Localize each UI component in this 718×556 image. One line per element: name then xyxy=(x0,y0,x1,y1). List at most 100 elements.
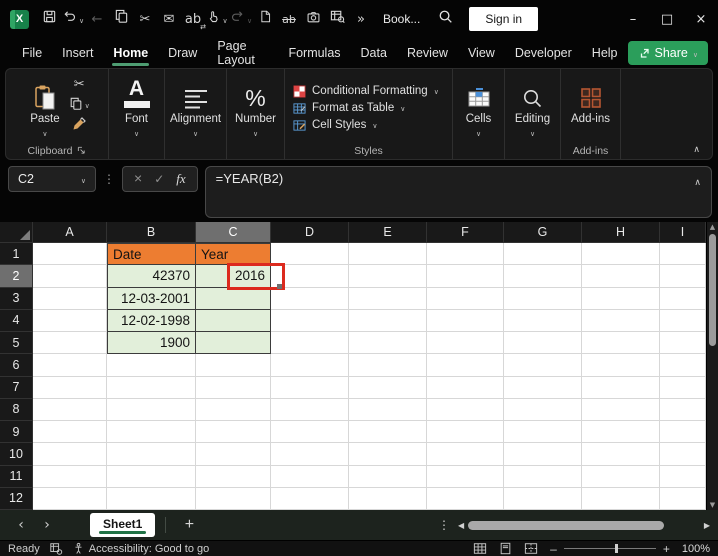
cell-D9[interactable] xyxy=(271,421,349,444)
cell-F10[interactable] xyxy=(427,443,504,466)
cell-I6[interactable] xyxy=(660,354,706,377)
cell-C1[interactable]: Year xyxy=(196,243,271,266)
accessibility-status[interactable]: Accessibility: Good to go xyxy=(89,543,209,555)
tab-home[interactable]: Home xyxy=(103,38,158,68)
cell-B9[interactable] xyxy=(107,421,196,444)
alignment-button[interactable]: Alignment xyxy=(164,74,227,142)
cell-I7[interactable] xyxy=(660,376,706,399)
maximize-button[interactable]: □ xyxy=(650,4,684,34)
back-button[interactable]: ← xyxy=(85,6,109,32)
cell-C3[interactable] xyxy=(196,287,271,310)
cell-C6[interactable] xyxy=(196,354,271,377)
tab-data[interactable]: Data xyxy=(351,38,397,68)
share-button[interactable]: Share xyxy=(627,41,708,65)
scrollbar-options-dots-icon[interactable]: ⋮ xyxy=(430,518,458,532)
cell-F12[interactable] xyxy=(427,487,504,510)
more-commands-button[interactable]: » xyxy=(349,6,373,32)
cell-E3[interactable] xyxy=(349,287,427,310)
excel-app-icon[interactable]: X xyxy=(10,9,29,29)
cell-G6[interactable] xyxy=(504,354,582,377)
copy-button[interactable] xyxy=(109,6,133,32)
cell-B3[interactable]: 12-03-2001 xyxy=(107,287,196,310)
cell-I5[interactable] xyxy=(660,332,706,355)
cell-F2[interactable] xyxy=(427,265,504,288)
cell-G12[interactable] xyxy=(504,487,582,510)
row-header-3[interactable]: 3 xyxy=(0,287,33,310)
cell-I4[interactable] xyxy=(660,309,706,332)
horizontal-scrollbar-thumb[interactable] xyxy=(468,520,665,530)
zoom-slider-thumb[interactable] xyxy=(615,544,619,553)
cell-E11[interactable] xyxy=(349,465,427,488)
cut-button[interactable]: ✂ xyxy=(69,76,90,92)
cell-E5[interactable] xyxy=(349,332,427,355)
find-replace-button[interactable]: ab ⇄ xyxy=(181,6,206,32)
cell-F1[interactable] xyxy=(427,243,504,266)
search-icon[interactable] xyxy=(438,9,453,29)
cell-H3[interactable] xyxy=(582,287,660,310)
strikethrough-button[interactable]: ab xyxy=(277,6,301,32)
cell-styles-button[interactable]: Cell Styles xyxy=(293,119,377,132)
column-header-I[interactable]: I xyxy=(660,222,706,243)
collapse-formula-bar-icon[interactable] xyxy=(694,173,701,188)
cell-G11[interactable] xyxy=(504,465,582,488)
cell-G8[interactable] xyxy=(504,398,582,421)
cell-F6[interactable] xyxy=(427,354,504,377)
cell-H12[interactable] xyxy=(582,487,660,510)
close-button[interactable]: × xyxy=(684,4,718,34)
row-header-12[interactable]: 12 xyxy=(0,487,33,510)
horizontal-scrollbar[interactable]: ◀ ▶ xyxy=(458,520,710,530)
cell-C10[interactable] xyxy=(196,443,271,466)
insert-function-button[interactable]: fx xyxy=(176,171,185,187)
cell-E2[interactable] xyxy=(349,265,427,288)
scroll-right-icon[interactable]: ▶ xyxy=(704,521,710,530)
touch-mode-button[interactable] xyxy=(205,6,229,32)
cell-H2[interactable] xyxy=(582,265,660,288)
cell-H4[interactable] xyxy=(582,309,660,332)
tab-draw[interactable]: Draw xyxy=(158,38,207,68)
enter-icon[interactable] xyxy=(154,170,164,188)
select-all-corner[interactable] xyxy=(0,222,33,243)
row-header-7[interactable]: 7 xyxy=(0,376,33,399)
copy-button[interactable] xyxy=(69,96,90,112)
cell-F11[interactable] xyxy=(427,465,504,488)
name-box[interactable]: C2 xyxy=(8,166,96,192)
row-header-2[interactable]: 2 xyxy=(0,265,33,288)
cell-I3[interactable] xyxy=(660,287,706,310)
cell-D8[interactable] xyxy=(271,398,349,421)
tab-insert[interactable]: Insert xyxy=(52,38,103,68)
cell-G5[interactable] xyxy=(504,332,582,355)
save-button[interactable] xyxy=(37,6,61,32)
cell-C2[interactable]: 2016 xyxy=(196,265,271,288)
cell-G7[interactable] xyxy=(504,376,582,399)
cell-I9[interactable] xyxy=(660,421,706,444)
collapse-ribbon-button[interactable] xyxy=(693,139,700,157)
scroll-left-icon[interactable]: ◀ xyxy=(458,521,464,530)
cell-G4[interactable] xyxy=(504,309,582,332)
page-break-preview-icon[interactable] xyxy=(524,542,538,555)
cell-H7[interactable] xyxy=(582,376,660,399)
editing-button[interactable]: Editing xyxy=(509,74,556,142)
cell-F5[interactable] xyxy=(427,332,504,355)
cell-I2[interactable] xyxy=(660,265,706,288)
cell-A11[interactable] xyxy=(33,465,107,488)
cell-A3[interactable] xyxy=(33,287,107,310)
cell-A4[interactable] xyxy=(33,309,107,332)
minimize-button[interactable]: – xyxy=(616,4,650,34)
cell-I8[interactable] xyxy=(660,398,706,421)
undo-button[interactable] xyxy=(61,6,85,32)
tab-help[interactable]: Help xyxy=(582,38,628,68)
cell-B8[interactable] xyxy=(107,398,196,421)
cell-C11[interactable] xyxy=(196,465,271,488)
zoom-out-button[interactable]: – xyxy=(550,542,557,556)
cell-I1[interactable] xyxy=(660,243,706,266)
cell-G9[interactable] xyxy=(504,421,582,444)
column-header-H[interactable]: H xyxy=(582,222,660,243)
column-header-E[interactable]: E xyxy=(349,222,427,243)
cell-C4[interactable] xyxy=(196,309,271,332)
cell-E4[interactable] xyxy=(349,309,427,332)
mail-button[interactable]: ✉ xyxy=(157,6,181,32)
sign-in-button[interactable]: Sign in xyxy=(469,7,539,31)
cell-A9[interactable] xyxy=(33,421,107,444)
vertical-scrollbar-thumb[interactable] xyxy=(709,234,716,346)
cell-A2[interactable] xyxy=(33,265,107,288)
